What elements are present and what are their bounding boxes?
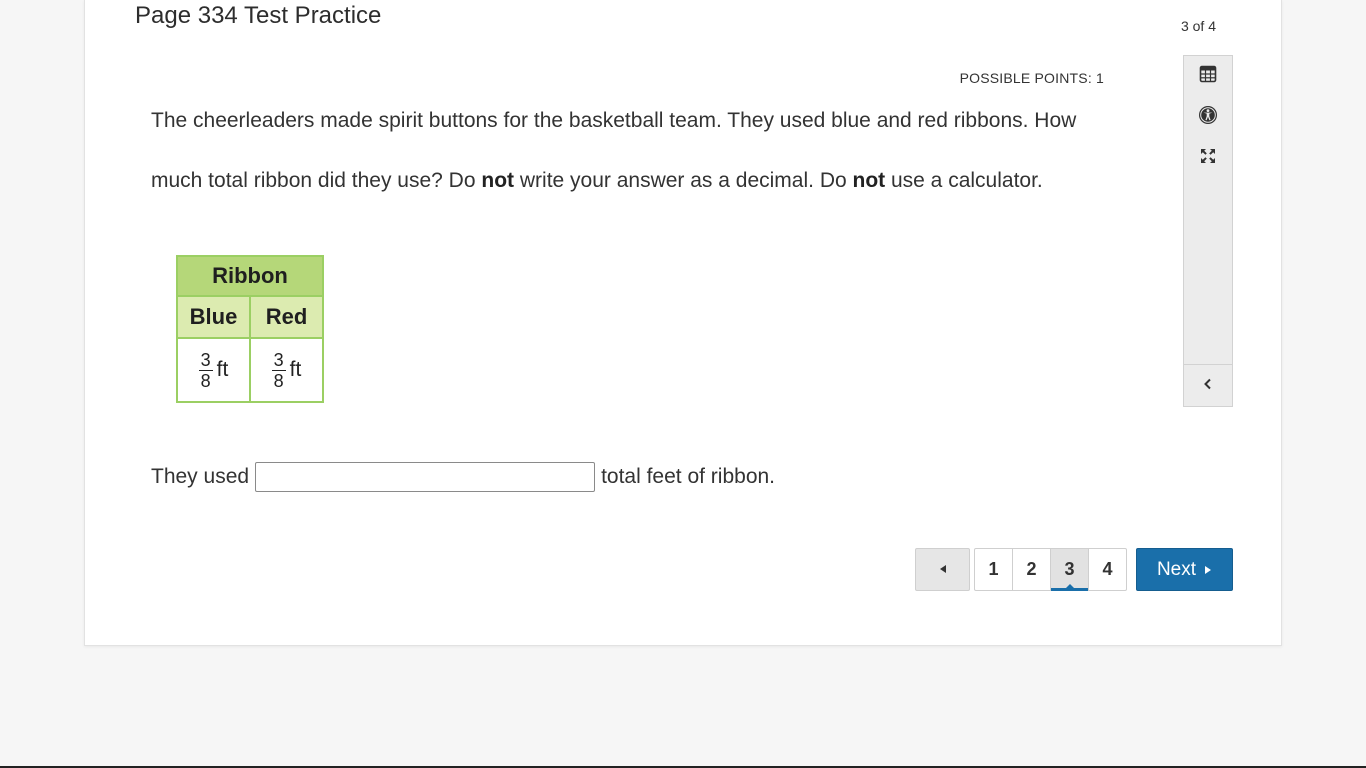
next-button-label: Next — [1156, 558, 1197, 580]
unit-label: ft — [289, 358, 302, 381]
collapse-chevron-icon — [1202, 377, 1214, 395]
fullscreen-button[interactable] — [1184, 138, 1232, 178]
tools-divider — [1184, 364, 1232, 365]
emphasis-not-2: not — [852, 169, 886, 192]
next-arrow-icon — [1204, 559, 1212, 581]
possible-points: POSSIBLE POINTS: 1 — [959, 70, 1104, 86]
ribbon-cell-red: 3 8 ft — [249, 337, 324, 403]
fraction-denominator: 8 — [273, 370, 284, 391]
collapse-tools-button[interactable] — [1184, 366, 1232, 406]
calculator-button[interactable] — [1184, 56, 1232, 96]
ribbon-table-title: Ribbon — [176, 255, 324, 297]
page-button-1[interactable]: 1 — [974, 548, 1013, 591]
question-card: Page 334 Test Practice 3 of 4 POSSIBLE P… — [84, 0, 1282, 646]
question-text: The cheerleaders made spirit buttons for… — [151, 91, 1131, 211]
ribbon-col-red: Red — [249, 295, 324, 339]
next-button[interactable]: Next — [1136, 548, 1233, 591]
calculator-icon — [1199, 65, 1217, 88]
tools-panel — [1183, 55, 1233, 407]
page-title: Page 334 Test Practice — [135, 2, 382, 29]
accessibility-icon — [1198, 105, 1218, 130]
page-button-2[interactable]: 2 — [1012, 548, 1051, 591]
fraction-red: 3 8 — [271, 349, 286, 391]
previous-button[interactable] — [915, 548, 970, 591]
ribbon-col-blue: Blue — [176, 295, 251, 339]
question-text-part2: write your answer as a decimal. Do — [514, 169, 853, 192]
answer-row: They used total feet of ribbon. — [151, 462, 775, 492]
unit-label: ft — [216, 358, 229, 381]
previous-arrow-icon — [938, 561, 948, 579]
emphasis-not-1: not — [481, 169, 515, 192]
ribbon-cell-blue: 3 8 ft — [176, 337, 251, 403]
question-progress: 3 of 4 — [1180, 18, 1216, 34]
answer-input[interactable] — [255, 462, 596, 492]
page-button-3[interactable]: 3 — [1050, 548, 1089, 591]
answer-prefix: They used — [151, 465, 250, 488]
fraction-blue: 3 8 — [198, 349, 213, 391]
accessibility-button[interactable] — [1184, 97, 1232, 137]
answer-suffix: total feet of ribbon. — [601, 465, 776, 488]
ribbon-table: Ribbon Blue Red 3 8 ft 3 8 ft — [176, 255, 324, 403]
fraction-numerator: 3 — [198, 349, 213, 371]
question-text-part3: use a calculator. — [885, 169, 1043, 192]
fraction-numerator: 3 — [271, 349, 286, 371]
fraction-denominator: 8 — [200, 370, 211, 391]
fullscreen-icon — [1199, 147, 1217, 170]
pagination: 1 2 3 4 — [974, 548, 1127, 591]
page-button-4[interactable]: 4 — [1088, 548, 1127, 591]
